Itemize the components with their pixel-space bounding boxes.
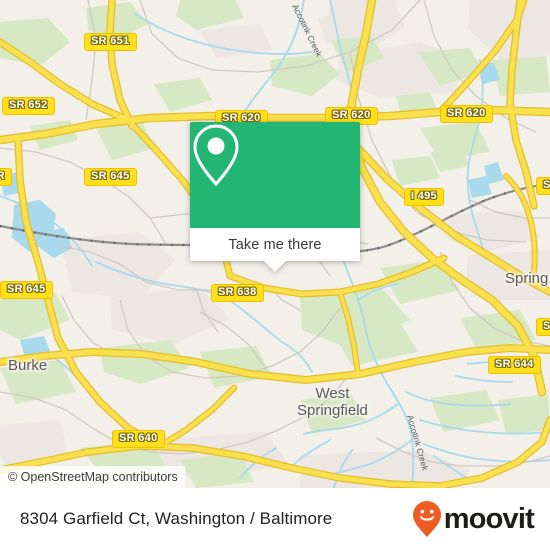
bottom-bar: 8304 Garfield Ct, Washington / Baltimore… — [0, 488, 550, 550]
moovit-wordmark: moovit — [443, 502, 535, 535]
place-label-west-springfield-line2: Springfield — [297, 402, 368, 419]
moovit-pin-smile-icon — [412, 501, 441, 537]
road-shield-sr-651: SR 651 — [84, 33, 137, 51]
place-label-west-springfield: West Springfield — [297, 385, 368, 419]
road-shield-i-495: I 495 — [404, 188, 444, 206]
moovit-logo[interactable]: moovit — [412, 500, 535, 538]
road-shield-sr-640: SR 640 — [112, 430, 165, 448]
road-shield-sr-645-n: SR 645 — [84, 168, 137, 186]
map-canvas[interactable]: Accotink Creek Accotink Creek SR 651 SR … — [0, 0, 550, 488]
address-label: 8304 Garfield Ct, Washington / Baltimore — [20, 509, 333, 528]
place-label-west-springfield-line1: West — [315, 385, 350, 402]
card-pointer-tail — [264, 261, 286, 272]
destination-card-footer[interactable]: Take me there — [190, 228, 360, 272]
take-me-there-label: Take me there — [228, 236, 322, 253]
road-shield-edge-right-upper: SR — [536, 177, 550, 195]
osm-attribution[interactable]: © OpenStreetMap contributors — [0, 466, 185, 488]
road-shield-edge-right-lower: SR — [536, 318, 550, 336]
road-shield-edge-left: SR — [0, 168, 12, 186]
map-pin-icon — [193, 124, 239, 187]
destination-card[interactable]: Take me there — [190, 122, 360, 272]
place-label-burke: Burke — [8, 357, 48, 374]
screenshot-root: Accotink Creek Accotink Creek SR 651 SR … — [0, 0, 550, 550]
place-label-springfield-edge: Spring — [505, 270, 549, 287]
road-shield-sr-645-s: SR 645 — [0, 281, 53, 299]
road-shield-sr-620-e: SR 620 — [440, 105, 493, 123]
road-shield-sr-644: SR 644 — [488, 356, 541, 374]
destination-card-body — [190, 122, 360, 228]
road-shield-sr-652: SR 652 — [2, 97, 55, 115]
road-shield-sr-638: SR 638 — [211, 284, 264, 302]
